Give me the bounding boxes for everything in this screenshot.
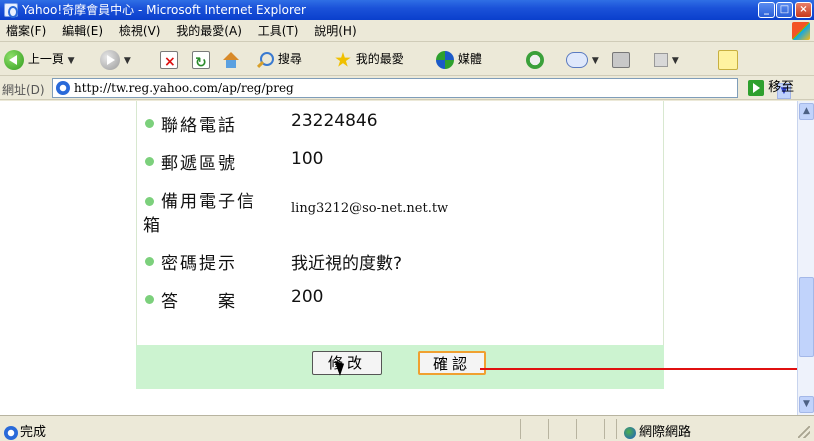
- maximize-button[interactable]: □: [776, 2, 793, 18]
- go-arrow-icon: [748, 79, 764, 96]
- status-divider: [604, 419, 605, 439]
- resize-grip-icon[interactable]: [798, 426, 810, 438]
- stop-icon: [160, 50, 178, 74]
- forward-dropdown-icon[interactable]: ▼: [124, 56, 131, 66]
- status-divider: [576, 419, 577, 439]
- field-label: 郵遞區號: [161, 154, 237, 174]
- title-bar: Yahoo!奇摩會員中心 - Microsoft Internet Explor…: [0, 0, 814, 20]
- address-url: http://tw.reg.yahoo.com/ap/reg/preg: [74, 81, 294, 95]
- favorites-star-icon: ★: [334, 47, 352, 72]
- refresh-icon: [192, 50, 210, 75]
- menu-edit[interactable]: 編輯(E): [56, 20, 109, 42]
- field-label: 備用電子信: [161, 192, 256, 212]
- go-label: 移至: [768, 80, 795, 95]
- page-viewport: 聯絡電話 23224846 郵遞區號 100 備用電子信 箱 ling3212@…: [0, 101, 797, 415]
- globe-icon: [624, 426, 636, 439]
- note-icon: [718, 49, 738, 70]
- search-icon: [256, 51, 274, 69]
- menu-help[interactable]: 說明(H): [308, 20, 362, 42]
- page-icon: [56, 81, 70, 95]
- favorites-label: 我的最愛: [355, 52, 404, 66]
- field-value: 100: [291, 149, 324, 169]
- print-button[interactable]: [612, 47, 630, 71]
- scroll-up-icon[interactable]: ▲: [799, 103, 814, 120]
- search-button[interactable]: 搜尋: [256, 47, 302, 71]
- scroll-thumb[interactable]: [799, 277, 814, 357]
- status-divider: [520, 419, 521, 439]
- address-label: 網址(D): [2, 83, 45, 97]
- zone-text: 網際網路: [639, 425, 692, 440]
- field-label-cont: 箱: [143, 216, 162, 236]
- back-button[interactable]: 上一頁 ▼: [4, 47, 75, 71]
- mail-icon: [566, 51, 588, 68]
- forward-arrow-icon: [100, 49, 120, 70]
- back-dropdown-icon[interactable]: ▼: [68, 56, 75, 66]
- scroll-down-icon[interactable]: ▼: [799, 396, 814, 413]
- mail-dropdown-icon[interactable]: ▼: [592, 56, 599, 66]
- bullet-icon: [145, 257, 154, 266]
- stop-button[interactable]: [160, 47, 178, 74]
- status-bar: 完成 網際網路: [0, 415, 814, 441]
- menu-bar: 檔案(F) 編輯(E) 檢視(V) 我的最愛(A) 工具(T) 說明(H): [0, 20, 814, 42]
- toolbar: 上一頁 ▼ ▼ 搜尋 ★ 我的最愛 媒體: [0, 42, 814, 76]
- menu-file[interactable]: 檔案(F): [0, 20, 52, 42]
- field-label: 聯絡電話: [161, 116, 237, 136]
- bullet-icon: [145, 119, 154, 128]
- media-label: 媒體: [457, 52, 482, 66]
- window-title: Yahoo!奇摩會員中心 - Microsoft Internet Explor…: [22, 3, 306, 17]
- security-zone: 網際網路: [624, 421, 691, 440]
- ie-app-icon: [4, 3, 18, 18]
- menu-tools[interactable]: 工具(T): [252, 20, 305, 42]
- edit-dropdown-icon[interactable]: ▼: [672, 56, 679, 66]
- menu-favorites[interactable]: 我的最愛(A): [170, 20, 248, 42]
- field-value: 200: [291, 287, 324, 307]
- refresh-button[interactable]: [192, 47, 210, 75]
- close-button[interactable]: ×: [795, 2, 812, 18]
- button-bar: 修改 確認: [136, 345, 664, 389]
- edit-page-button[interactable]: ▼: [654, 47, 679, 71]
- field-label: 答 案: [161, 292, 237, 312]
- mail-button[interactable]: ▼: [566, 47, 599, 71]
- bullet-icon: [145, 157, 154, 166]
- messenger-button[interactable]: [718, 47, 738, 71]
- home-icon: [222, 51, 240, 69]
- media-icon: [436, 50, 454, 69]
- history-icon: [526, 50, 544, 69]
- back-arrow-icon: [4, 49, 24, 70]
- status-text: 完成: [20, 425, 47, 440]
- field-value: 23224846: [291, 111, 378, 131]
- media-button[interactable]: 媒體: [436, 47, 482, 71]
- edit-icon: [654, 52, 668, 67]
- status-done: 完成: [4, 421, 46, 440]
- bullet-icon: [145, 295, 154, 304]
- windows-logo-icon: [792, 22, 810, 40]
- status-divider: [548, 419, 549, 439]
- minimize-button[interactable]: _: [758, 2, 775, 18]
- address-input[interactable]: http://tw.reg.yahoo.com/ap/reg/preg ▼: [52, 78, 791, 99]
- field-value: ling3212@so-net.net.tw: [291, 201, 449, 216]
- page-done-icon: [4, 425, 18, 440]
- history-button[interactable]: [526, 47, 544, 71]
- search-label: 搜尋: [277, 52, 302, 66]
- confirm-button[interactable]: 確認: [418, 351, 486, 375]
- address-bar: 網址(D) http://tw.reg.yahoo.com/ap/reg/pre…: [0, 76, 814, 100]
- vertical-scrollbar[interactable]: ▲ ▼: [797, 101, 814, 415]
- home-button[interactable]: [222, 47, 240, 71]
- back-label: 上一頁: [27, 52, 64, 66]
- favorites-button[interactable]: ★ 我的最愛: [334, 47, 404, 71]
- go-button[interactable]: 移至: [748, 79, 794, 97]
- field-value: 我近視的度數?: [291, 254, 403, 274]
- bullet-icon: [145, 197, 154, 206]
- print-icon: [612, 51, 630, 68]
- forward-button[interactable]: ▼: [100, 47, 131, 71]
- status-divider: [616, 419, 617, 439]
- browser-window: Yahoo!奇摩會員中心 - Microsoft Internet Explor…: [0, 0, 814, 441]
- menu-view[interactable]: 檢視(V): [113, 20, 167, 42]
- annotation-pointer-line: [480, 368, 797, 370]
- field-label: 密碼提示: [161, 254, 237, 274]
